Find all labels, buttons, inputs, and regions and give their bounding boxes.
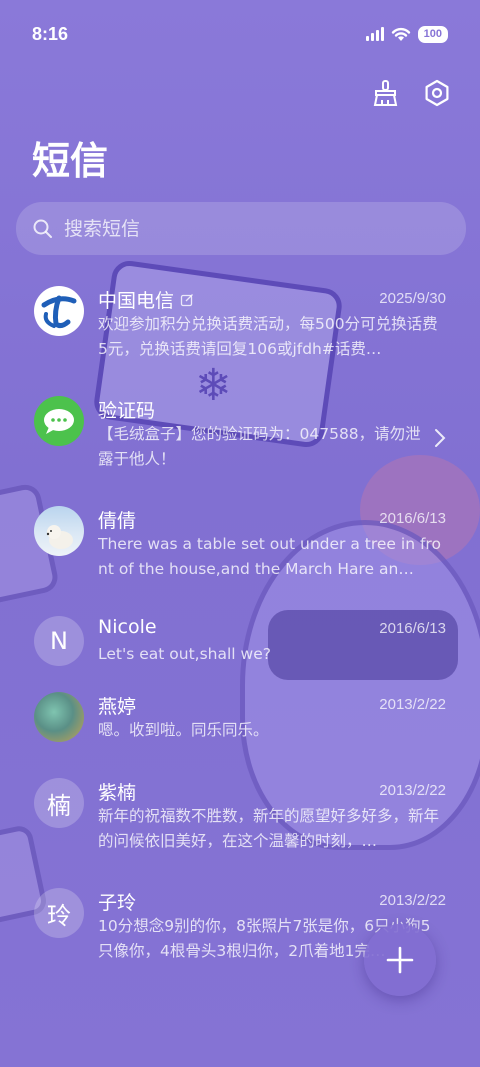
settings-icon[interactable]	[422, 78, 452, 108]
top-actions	[370, 78, 452, 108]
conversation-name: 验证码	[98, 400, 156, 422]
search-bar[interactable]	[16, 202, 466, 255]
conversation-name: 紫楠	[98, 782, 137, 804]
conversation-item[interactable]: 中国电信 2025/9/30 欢迎参加积分兑换话费活动，每500分可兑换话费5元…	[0, 276, 480, 386]
conversation-date: 2013/2/22	[379, 696, 446, 713]
new-message-button[interactable]	[364, 924, 436, 996]
conversation-date: 2013/2/22	[379, 782, 446, 799]
edit-note-icon	[180, 293, 193, 306]
conversation-preview: 嗯。收到啦。同乐同乐。	[98, 721, 269, 739]
conversation-item[interactable]: N Nicole 2016/6/13 Let's eat out,shall w…	[0, 606, 480, 682]
signal-icon	[365, 27, 384, 41]
telecom-logo-icon	[34, 286, 84, 336]
plus-icon	[386, 946, 414, 974]
conversation-preview: 欢迎参加积分兑换话费活动，每500分可兑换话费5元，兑换话费请回复106或jfd…	[98, 315, 438, 358]
conversation-date: 2016/6/13	[379, 620, 446, 637]
conversation-name: 燕婷	[98, 696, 137, 718]
conversation-name: 子玲	[98, 892, 137, 914]
conversation-preview: Let's eat out,shall we?	[98, 645, 271, 663]
status-bar: 8:16 100	[0, 0, 480, 68]
conversation-name: 中国电信	[98, 286, 194, 313]
chevron-right-icon	[435, 429, 446, 447]
page-title: 短信	[32, 139, 109, 183]
conversation-date: 2025/9/30	[379, 290, 446, 307]
clean-brush-icon[interactable]	[370, 78, 400, 108]
search-icon	[33, 219, 52, 238]
wifi-icon	[391, 27, 410, 41]
conversation-item[interactable]: 验证码 【毛绒盒子】您的验证码为：047588，请勿泄露于他人！	[0, 386, 480, 496]
conversation-name: Nicole	[98, 616, 157, 638]
conversation-preview: 【毛绒盒子】您的验证码为：047588，请勿泄露于他人！	[98, 425, 421, 468]
conversation-name: 倩倩	[98, 510, 137, 532]
avatar: 玲	[34, 888, 84, 938]
landscape-photo	[34, 692, 84, 742]
status-icons: 100	[365, 25, 448, 43]
conversation-list: 中国电信 2025/9/30 欢迎参加积分兑换话费活动，每500分可兑换话费5元…	[0, 276, 480, 988]
avatar: 楠	[34, 778, 84, 828]
polar-bear-photo	[34, 506, 84, 556]
message-bubble-icon	[34, 396, 84, 446]
conversation-preview: There was a table set out under a tree i…	[98, 535, 441, 578]
conversation-preview: 新年的祝福数不胜数，新年的愿望好多好多，新年的问候依旧美好，在这个温馨的时刻，…	[98, 807, 440, 850]
search-input[interactable]	[64, 217, 424, 240]
conversation-item[interactable]: 倩倩 2016/6/13 There was a table set out u…	[0, 496, 480, 606]
conversation-item[interactable]: 楠 紫楠 2013/2/22 新年的祝福数不胜数，新年的愿望好多好多，新年的问候…	[0, 768, 480, 878]
avatar: N	[34, 616, 84, 666]
conversation-item[interactable]: 燕婷 2013/2/22 嗯。收到啦。同乐同乐。	[0, 682, 480, 768]
status-time: 8:16	[32, 23, 69, 44]
conversation-date: 2016/6/13	[379, 510, 446, 527]
battery-icon: 100	[417, 25, 448, 43]
conversation-date: 2013/2/22	[379, 892, 446, 909]
